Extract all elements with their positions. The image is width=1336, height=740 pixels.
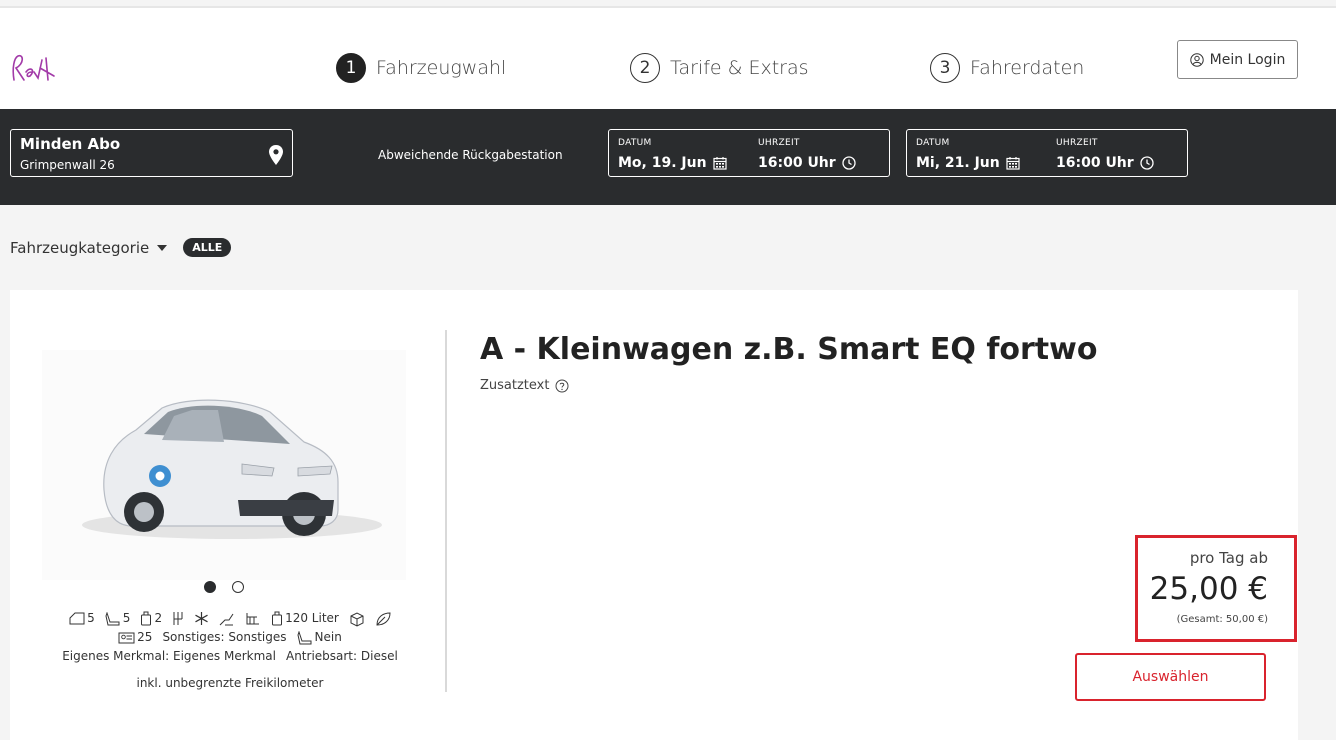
vehicle-subtext: Zusatztext [480,378,569,393]
subtext-label: Zusatztext [480,378,550,393]
step-rates-extras[interactable]: 2 Tarife & Extras [630,46,809,90]
calendar-icon [1006,157,1020,170]
vehicle-image[interactable] [42,350,406,580]
spec-row-3: Eigenes Merkmal: Eigenes Merkmal Antrieb… [30,647,430,666]
step-vehicle-selection[interactable]: 1 Fahrzeugwahl [336,46,506,90]
spec-seats: 5 [105,609,131,628]
carousel-dot-2[interactable] [232,581,244,593]
vehicle-category-filter[interactable]: Fahrzeugkategorie ALLE [10,238,232,257]
return-time[interactable]: 16:00 Uhr [1056,155,1154,171]
child-seat-icon [246,612,260,624]
seats-value: 5 [122,611,131,625]
seat-icon [296,630,312,644]
gear-shift-icon [173,612,183,625]
min-age-value: 25 [137,630,153,644]
spec-drive-type: Antriebsart: Diesel [286,647,398,666]
map-pin-icon [269,145,283,165]
spec-transmission [172,611,184,626]
spec-doors: 5 [69,609,95,628]
step-label: Fahrzeugwahl [376,57,507,79]
spec-own-feature: Eigenes Merkmal: Eigenes Merkmal [62,647,276,666]
spec-bags: 2 [140,609,162,628]
date-label: DATUM [618,138,652,148]
caret-down-icon [157,244,168,251]
login-label: Mein Login [1209,51,1286,68]
bags-value: 2 [154,611,163,625]
carousel-dot-1[interactable] [204,581,216,593]
luggage-icon [141,611,152,626]
tank-value: 120 Liter [285,611,339,625]
time-label: UHRZEIT [1056,138,1098,148]
login-button[interactable]: Mein Login [1177,40,1298,79]
price-box: pro Tag ab 25,00 € (Gesamt: 50,00 €) [1135,535,1297,642]
location-name: Minden Abo [20,135,121,153]
vehicle-specs: 5 5 2 120 Liter 25 Sonstiges: Sonstiges … [30,609,430,666]
fuel-can-icon [272,611,283,626]
spec-air-conditioning [194,611,209,626]
pickup-location-field[interactable]: Minden Abo Grimpenwall 26 [10,129,293,177]
spec-row-2: 25 Sonstiges: Sonstiges Nein [30,628,430,647]
cube-icon [350,611,364,627]
spec-cube [349,611,365,627]
spec-min-age: 25 [118,628,152,647]
spec-extra-seat: Nein [296,628,342,647]
pedal-icon [219,613,234,625]
spec-other: Sonstiges: Sonstiges [162,628,286,647]
brand-logo[interactable] [10,46,64,90]
filter-label: Fahrzeugkategorie [10,238,150,257]
different-return-station-link[interactable]: Abweichende Rückgabestation [378,148,563,162]
card-divider [445,330,447,692]
car-door-icon [69,612,85,625]
spec-extra [219,612,235,626]
return-datetime-field[interactable]: DATUM UHRZEIT Mi, 21. Jun 16:00 Uhr [906,129,1188,177]
extra-seat-value: Nein [314,630,342,644]
clock-icon [842,156,856,170]
vehicle-title: A - Kleinwagen z.B. Smart EQ fortwo [480,332,1098,367]
step-number: 1 [336,53,366,83]
pickup-time-value: 16:00 Uhr [758,155,836,171]
search-bar: Minden Abo Grimpenwall 26 Abweichende Rü… [0,109,1336,205]
location-street: Grimpenwall 26 [20,158,115,172]
spec-eco [375,611,391,627]
id-card-icon [118,632,135,643]
spec-row-1: 5 5 2 120 Liter [30,609,430,628]
help-icon[interactable] [555,379,569,393]
category-badge[interactable]: ALLE [183,238,232,257]
pickup-time[interactable]: 16:00 Uhr [758,155,856,171]
pickup-date[interactable]: Mo, 19. Jun [618,155,727,171]
spec-child-seat [245,612,261,626]
return-date-value: Mi, 21. Jun [916,155,1000,171]
spec-tank: 120 Liter [271,609,339,628]
price-total: (Gesamt: 50,00 €) [1176,614,1268,625]
price-per-day-label: pro Tag ab [1189,549,1268,567]
time-label: UHRZEIT [758,138,800,148]
return-date[interactable]: Mi, 21. Jun [916,155,1020,171]
clock-icon [1140,156,1154,170]
own-feature-value: Eigenes Merkmal: Eigenes Merkmal [62,649,276,663]
snowflake-icon [195,612,208,625]
return-time-value: 16:00 Uhr [1056,155,1134,171]
step-driver-data[interactable]: 3 Fahrerdaten [930,46,1084,90]
drive-type-value: Antriebsart: Diesel [285,649,398,663]
leaf-icon [376,611,391,626]
user-icon [1189,52,1204,67]
pickup-datetime-field[interactable]: DATUM UHRZEIT Mo, 19. Jun 16:00 Uhr [608,129,890,177]
pickup-date-value: Mo, 19. Jun [618,155,707,171]
doors-value: 5 [87,611,95,625]
price-value: 25,00 € [1149,571,1268,607]
step-label: Fahrerdaten [970,57,1085,79]
other-value: Sonstiges: Sonstiges [162,630,287,644]
image-carousel-dots [204,581,244,593]
date-label: DATUM [916,138,950,148]
step-number: 3 [930,53,960,83]
select-vehicle-button[interactable]: Auswählen [1075,653,1266,701]
calendar-icon [712,157,727,170]
step-label: Tarife & Extras [670,57,809,79]
header: 1 Fahrzeugwahl 2 Tarife & Extras 3 Fahre… [0,8,1336,109]
seat-icon [105,611,120,625]
mileage-info: inkl. unbegrenzte Freikilometer [136,676,324,690]
step-number: 2 [630,53,660,83]
